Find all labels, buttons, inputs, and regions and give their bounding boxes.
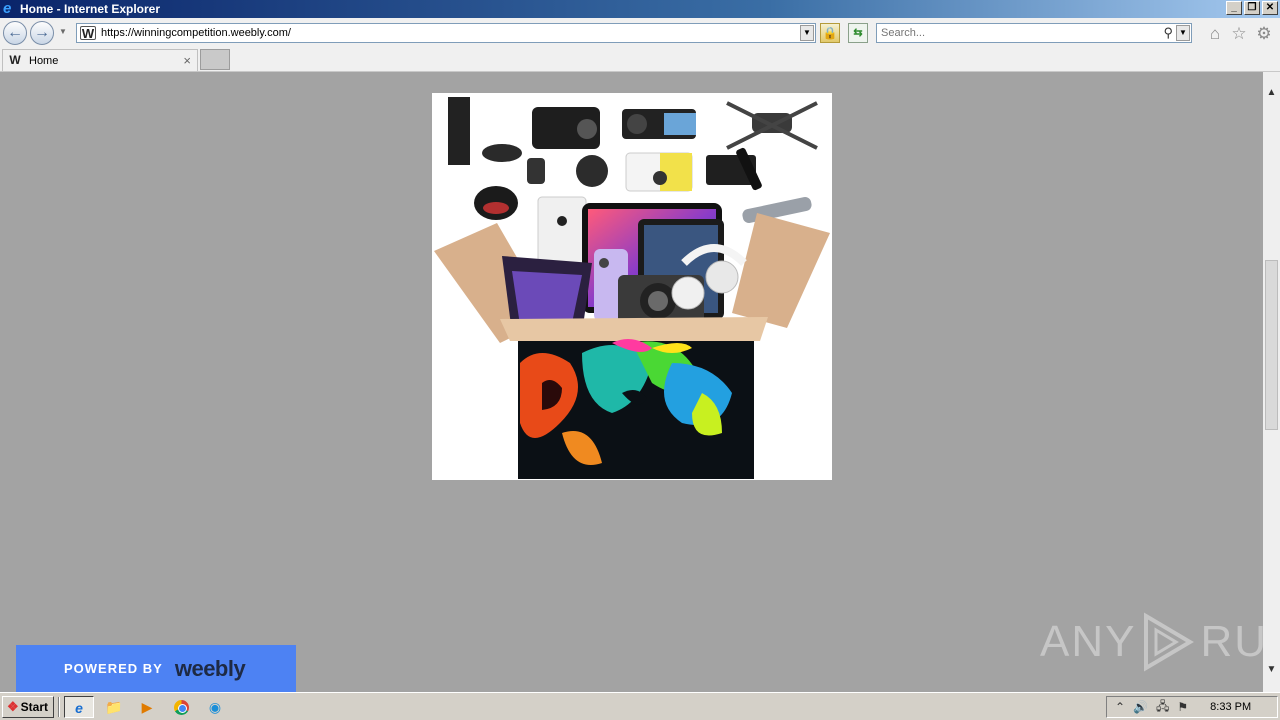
taskbar-chrome-icon[interactable]	[166, 696, 196, 718]
taskbar: ❖ Start e 📁 ▶ ◉ ⌃ 🔊 🖧 ⚑ 8:33 PM	[0, 692, 1280, 720]
tools-gear-icon[interactable]: ⚙	[1254, 25, 1274, 43]
taskbar-ie-icon[interactable]: e	[64, 696, 94, 718]
powered-by-weebly-badge[interactable]: POWERED BY weebly	[16, 645, 296, 692]
window-controls: _ ❐ ✕	[1226, 1, 1278, 15]
badge-prefix: POWERED BY	[64, 661, 163, 676]
page-content: POWERED BY weebly ANY RUN	[0, 72, 1280, 692]
taskbar-explorer-folder-icon[interactable]: 📁	[99, 696, 129, 718]
security-lock-icon[interactable]: 🔒	[820, 23, 840, 43]
mystery-box-illustration	[434, 97, 830, 479]
tab-close-icon[interactable]: ×	[183, 53, 191, 68]
search-dropdown-icon[interactable]: ▼	[1176, 25, 1190, 41]
taskbar-edge-icon[interactable]: ◉	[200, 696, 230, 718]
minimize-button[interactable]: _	[1226, 1, 1242, 15]
window-title: Home - Internet Explorer	[20, 2, 161, 16]
network-icon[interactable]: 🖧	[1156, 697, 1169, 718]
history-dropdown-icon[interactable]: ▼	[59, 27, 67, 36]
vertical-scrollbar[interactable]: ▲ ▼	[1263, 72, 1280, 692]
volume-icon[interactable]: 🔊	[1133, 700, 1148, 714]
back-button[interactable]: ←	[3, 21, 27, 45]
weebly-tab-favicon-icon: W	[9, 53, 21, 67]
search-box[interactable]: ⚲ ▼	[876, 23, 1192, 43]
window-titlebar: e Home - Internet Explorer _ ❐ ✕	[0, 0, 1280, 18]
taskbar-separator	[58, 697, 60, 717]
scroll-thumb[interactable]	[1265, 260, 1278, 430]
favorites-star-icon[interactable]: ☆	[1229, 25, 1249, 43]
home-icon[interactable]: ⌂	[1205, 25, 1225, 43]
system-tray: ⌃ 🔊 🖧 ⚑ 8:33 PM	[1106, 696, 1278, 718]
windows-logo-icon: ❖	[7, 699, 19, 714]
weebly-logo: weebly	[174, 655, 246, 681]
new-tab-button[interactable]	[200, 49, 230, 70]
tab-label: Home	[29, 54, 59, 67]
restore-button[interactable]: ❐	[1244, 1, 1260, 15]
tray-expand-icon[interactable]: ⌃	[1115, 700, 1125, 714]
hero-image	[432, 93, 832, 480]
anyrun-watermark: ANY RUN	[1040, 612, 1280, 672]
clock[interactable]: 8:33 PM	[1210, 701, 1251, 713]
start-button[interactable]: ❖ Start	[2, 696, 54, 718]
address-bar[interactable]: W https://winningcompetition.weebly.com/…	[76, 23, 816, 43]
play-logo-icon	[1144, 612, 1195, 672]
address-dropdown-icon[interactable]: ▼	[800, 25, 814, 41]
navigation-bar: ← → ▼ W https://winningcompetition.weebl…	[0, 18, 1280, 48]
weebly-favicon-icon: W	[80, 26, 96, 41]
compat-refresh-button[interactable]: ⇆	[848, 23, 868, 43]
internet-explorer-icon: e	[3, 0, 12, 17]
search-icon[interactable]: ⚲	[1163, 25, 1173, 41]
close-window-button[interactable]: ✕	[1262, 1, 1278, 15]
start-label: Start	[20, 700, 48, 714]
search-input[interactable]	[877, 24, 1147, 42]
tab-home[interactable]: W Home ×	[2, 49, 198, 71]
forward-button[interactable]: →	[30, 21, 54, 45]
address-url[interactable]: https://winningcompetition.weebly.com/	[101, 27, 291, 39]
scroll-down-icon[interactable]: ▼	[1263, 661, 1280, 678]
watermark-left: ANY	[1040, 617, 1137, 666]
tab-row: W Home ×	[0, 48, 1280, 72]
taskbar-media-player-icon[interactable]: ▶	[132, 696, 162, 718]
action-center-flag-icon[interactable]: ⚑	[1177, 700, 1188, 714]
scroll-up-icon[interactable]: ▲	[1263, 84, 1280, 101]
